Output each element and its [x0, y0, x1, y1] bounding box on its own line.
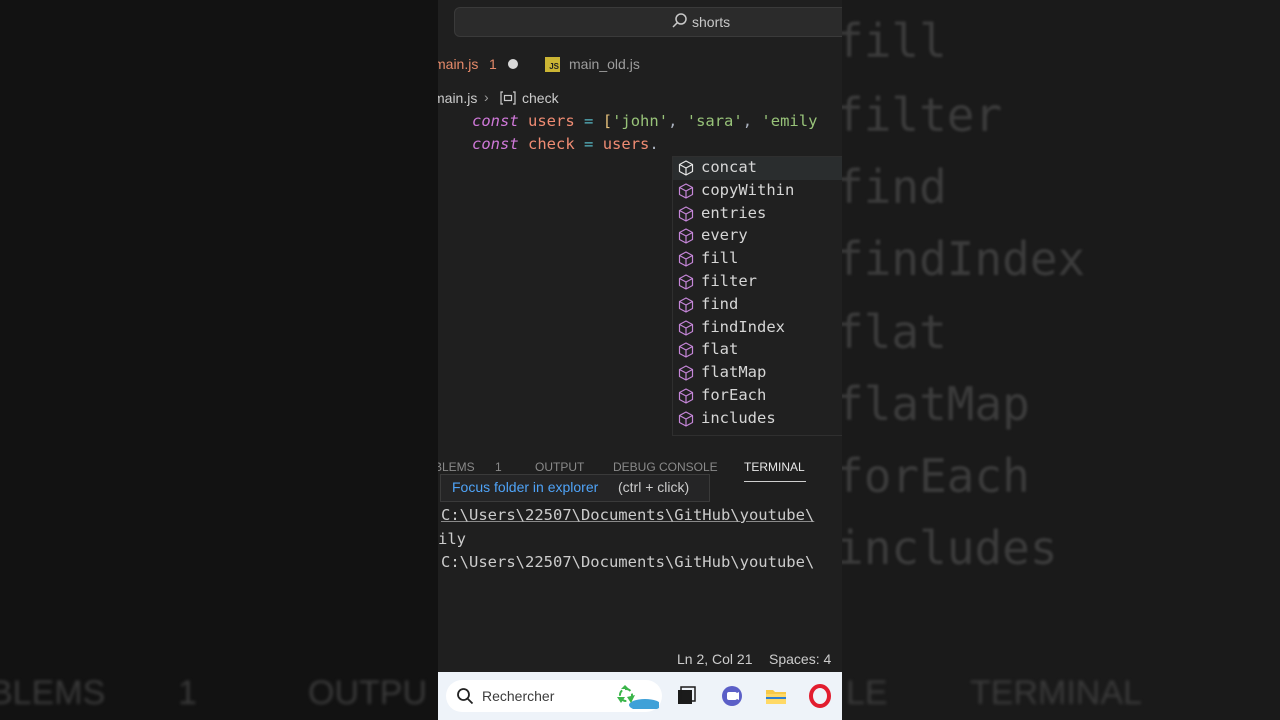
status-bar: Ln 2, Col 21 Spaces: 4 [438, 646, 842, 672]
background-tab: OUTPU [308, 674, 427, 712]
teams-chat-icon[interactable] [720, 684, 744, 708]
search-text: shorts [692, 14, 731, 30]
problem-count: 1 [489, 56, 497, 72]
background-word: flat [842, 305, 947, 359]
suggestion-item[interactable]: includes [673, 408, 842, 431]
command-center-search[interactable]: shorts [454, 7, 842, 37]
suggestion-item[interactable]: forEach [673, 385, 842, 408]
background-tab: 1 [178, 674, 197, 712]
tab-debug-console[interactable]: DEBUG CONSOLE [613, 460, 718, 474]
background-word: flatMap [842, 377, 1030, 431]
background-tab: BLEMS [0, 674, 106, 712]
windows-taskbar: Rechercher [438, 672, 842, 720]
background-word: forEach [842, 449, 1030, 503]
tooltip-hint: (ctrl + click) [618, 479, 690, 495]
terminal-line[interactable]: C:\Users\22507\Documents\GitHub\youtube\ [441, 504, 814, 526]
method-cube-icon [678, 160, 694, 176]
tab-label: main_old.js [569, 56, 640, 72]
method-cube-icon [678, 342, 694, 358]
method-cube-icon [678, 205, 694, 222]
modified-dot-icon[interactable] [508, 59, 518, 69]
breadcrumb-file[interactable]: main.js [438, 90, 477, 106]
background-word: find [842, 160, 947, 214]
method-cube-icon [678, 274, 694, 290]
cursor-position[interactable]: Ln 2, Col 21 [677, 651, 753, 667]
method-cube-icon [678, 297, 694, 313]
breadcrumb-symbol[interactable]: check [522, 90, 559, 106]
tab-label: main.js [438, 56, 479, 72]
taskbar-search[interactable]: Rechercher [446, 680, 662, 712]
vscode-window: shorts main.js 1 JS main_old.js main.js … [438, 0, 842, 720]
suggestion-item[interactable]: fill [673, 248, 842, 271]
suggestion-item[interactable]: findIndex [673, 317, 842, 340]
search-placeholder: Rechercher [482, 688, 555, 704]
background-word: findIndex [842, 232, 1086, 286]
error-squiggle [666, 143, 678, 147]
background-tab: TERMINAL [970, 674, 1142, 712]
background-right: fill filter find findIndex flat flatMap … [842, 0, 1280, 720]
title-bar: shorts [438, 0, 842, 42]
terminal-line: ily [438, 530, 466, 548]
hover-tooltip: Focus folder in explorer (ctrl + click) [440, 474, 710, 502]
breadcrumb: main.js › check [438, 88, 842, 108]
variable-icon [500, 91, 516, 105]
suggestion-item[interactable]: entries [673, 203, 842, 226]
file-explorer-icon[interactable] [764, 684, 788, 708]
method-cube-icon [678, 228, 694, 244]
suggestion-item[interactable]: every [673, 225, 842, 248]
tab-output[interactable]: OUTPUT [535, 460, 584, 474]
search-icon [457, 688, 474, 705]
suggestion-item[interactable]: flatMap [673, 362, 842, 385]
suggestion-item[interactable]: flat [673, 339, 842, 362]
editor-tabs: main.js 1 JS main_old.js [438, 46, 842, 82]
background-left [0, 0, 438, 720]
background-word: filter [842, 88, 1003, 142]
active-tab-indicator [744, 481, 806, 482]
code-line: const users = ['john', 'sara', 'emily [472, 112, 818, 130]
suggestion-item[interactable]: find [673, 294, 842, 317]
method-cube-icon [678, 183, 694, 199]
indentation-setting[interactable]: Spaces: 4 [769, 651, 831, 667]
focus-folder-link[interactable]: Focus folder in explorer [452, 479, 598, 495]
background-word: includes [842, 521, 1058, 575]
chevron-right-icon: › [484, 89, 489, 105]
tab-main-js[interactable]: main.js 1 [438, 46, 530, 82]
task-view-icon[interactable] [674, 684, 698, 708]
problems-count-badge: 1 [495, 460, 502, 474]
search-icon [672, 13, 687, 28]
suggestion-item[interactable]: copyWithin [673, 180, 842, 203]
tab-terminal[interactable]: TERMINAL [744, 460, 805, 474]
suggestion-item[interactable]: concat [673, 157, 842, 180]
terminal-output[interactable]: C:\Users\22507\Documents\GitHub\youtube\… [438, 504, 842, 594]
suggestion-item[interactable]: filter [673, 271, 842, 294]
tab-main-old-js[interactable]: JS main_old.js [534, 46, 674, 82]
code-line: const check = users. [472, 135, 659, 153]
terminal-line: C:\Users\22507\Documents\GitHub\youtube\ [441, 553, 815, 571]
opera-browser-icon[interactable] [808, 684, 832, 708]
js-file-icon: JS [545, 57, 560, 72]
method-cube-icon [678, 411, 694, 427]
method-cube-icon [678, 319, 694, 336]
method-cube-icon [678, 365, 694, 381]
method-cube-icon [678, 388, 694, 404]
background-word: fill [842, 14, 947, 68]
recycle-widget-icon [617, 685, 659, 709]
tab-problems[interactable]: BLEMS [438, 460, 475, 474]
suggestion-widget: concat copyWithin entries every fill fil… [672, 156, 842, 436]
method-cube-icon [678, 251, 694, 267]
background-tab: LE [846, 674, 888, 712]
